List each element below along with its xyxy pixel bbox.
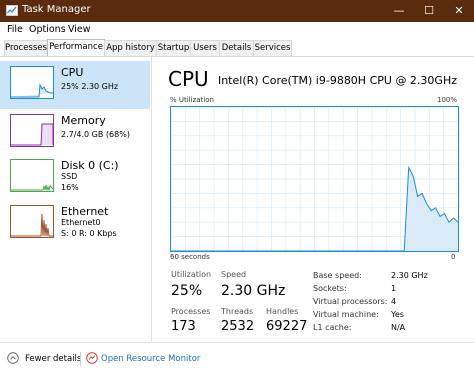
- window-title: Task Manager: [22, 4, 91, 15]
- menu-options[interactable]: Options: [29, 24, 66, 35]
- chevron-up-icon[interactable]: [7, 352, 19, 364]
- resource-detail: 25% 2.30 GHz: [61, 82, 119, 91]
- handles-value: 69227: [266, 319, 308, 334]
- x-axis-label: 60 seconds: [170, 253, 210, 261]
- open-resource-monitor-link[interactable]: Open Resource Monitor: [101, 354, 200, 364]
- resource-item-disk[interactable]: Disk 0 (C:) SSD 16%: [0, 154, 150, 202]
- tab-details[interactable]: Details: [219, 40, 254, 56]
- resource-name: Ethernet: [61, 205, 109, 218]
- processes-value: 173: [171, 319, 196, 334]
- resource-name: CPU: [61, 66, 84, 79]
- resource-detail-2: S: 0 R: 0 Kbps: [61, 229, 117, 238]
- speed-label: Speed: [221, 270, 247, 279]
- cpu-thumbnail-graph: [10, 66, 54, 99]
- resource-item-cpu[interactable]: CPU 25% 2.30 GHz: [0, 61, 150, 109]
- info-label: Virtual machine:: [313, 310, 379, 319]
- divider: [80, 352, 81, 366]
- info-label: Base speed:: [313, 271, 362, 280]
- tab-startup[interactable]: Startup: [156, 40, 191, 56]
- utilization-label: Utilization: [171, 270, 212, 279]
- resource-name: Disk 0 (C:): [61, 159, 119, 172]
- resource-item-ethernet[interactable]: Ethernet Ethernet0 S: 0 R: 0 Kbps: [0, 200, 150, 248]
- tab-processes[interactable]: Processes: [4, 40, 48, 56]
- maximize-button[interactable]: ☐: [414, 0, 444, 22]
- speed-value: 2.30 GHz: [221, 283, 286, 299]
- memory-thumbnail-graph: [10, 114, 54, 147]
- resource-detail: SSD: [61, 172, 78, 181]
- menu-view[interactable]: View: [68, 24, 91, 35]
- info-label: Sockets:: [313, 284, 347, 293]
- y-axis-max: 100%: [437, 96, 458, 104]
- threads-label: Threads: [221, 307, 254, 316]
- close-button[interactable]: ✕: [444, 0, 474, 22]
- threads-value: 2532: [221, 319, 255, 334]
- resource-monitor-icon: [86, 352, 98, 364]
- info-label: Virtual processors:: [313, 297, 388, 306]
- task-manager-icon: [6, 5, 18, 16]
- processes-label: Processes: [171, 307, 211, 316]
- info-value: N/A: [391, 323, 406, 332]
- utilization-value: 25%: [171, 283, 203, 299]
- resource-item-memory[interactable]: Memory 2.7/4.0 GB (68%): [0, 109, 150, 157]
- title-bar: Task Manager — ☐ ✕: [0, 0, 474, 22]
- resource-detail: 2.7/4.0 GB (68%): [61, 130, 130, 139]
- y-axis-label: % Utilization: [170, 96, 214, 104]
- resource-list: CPU 25% 2.30 GHz Memory 2.7/4.0 GB (68%)…: [0, 57, 152, 342]
- info-value: 1: [391, 284, 397, 293]
- fewer-details-link[interactable]: Fewer details: [25, 354, 81, 364]
- info-value: 4: [391, 297, 397, 306]
- tab-services[interactable]: Services: [253, 40, 292, 56]
- ethernet-thumbnail-graph: [10, 205, 54, 238]
- tab-app-history[interactable]: App history: [104, 40, 157, 56]
- resource-detail-2: 16%: [61, 183, 79, 192]
- resource-detail: Ethernet0: [61, 218, 101, 227]
- cpu-utilization-graph: [170, 106, 459, 252]
- tab-bar: Processes Performance App history Startu…: [0, 38, 474, 57]
- info-label: L1 cache:: [313, 323, 352, 332]
- footer-bar: Fewer details Open Resource Monitor: [0, 342, 474, 376]
- menu-bar: File Options View: [0, 22, 474, 38]
- info-value: 2.30 GHz: [391, 271, 428, 280]
- handles-label: Handles: [266, 307, 299, 316]
- tab-users[interactable]: Users: [190, 40, 220, 56]
- menu-file[interactable]: File: [7, 24, 23, 35]
- disk-thumbnail-graph: [10, 159, 54, 192]
- tab-performance[interactable]: Performance: [47, 39, 105, 56]
- minimize-button[interactable]: —: [384, 0, 414, 22]
- x-axis-min: 0: [451, 253, 456, 261]
- resource-name: Memory: [61, 114, 106, 127]
- cpu-model-name: Intel(R) Core(TM) i9-9880H CPU @ 2.30GHz: [217, 74, 457, 87]
- info-value: Yes: [391, 310, 404, 319]
- page-title: CPU: [168, 67, 209, 91]
